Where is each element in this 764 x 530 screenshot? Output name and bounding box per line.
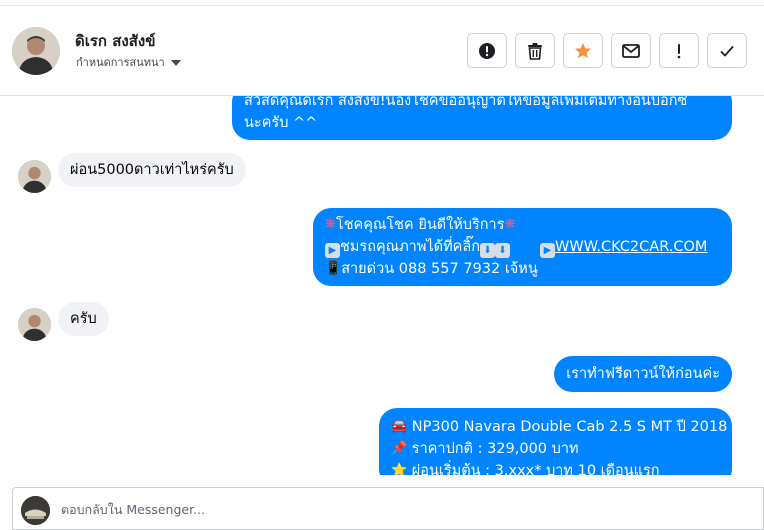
message-text: ผ่อนเริ่มต้น : 3,xxx* บาท 10 เดือนแรก xyxy=(411,463,660,475)
message-line: 🚘 NP300 Navara Double Cab 2.5 S MT ปี 20… xyxy=(391,416,727,438)
message-outgoing: ❋โชคคุณโชค ยินดีให้บริการ❋ ▶ ชมรถคุณภาพได… xyxy=(313,208,732,286)
message-line: 📱สายด่วน 088 557 7932 เจ้หนู xyxy=(325,258,720,280)
arrow-down-icon: ⬇ xyxy=(480,243,496,258)
star-emoji-icon: ⭐ xyxy=(391,463,408,475)
message-line: ❋โชคคุณโชค ยินดีให้บริการ❋ xyxy=(325,214,720,236)
message-text: ครับ xyxy=(70,311,97,327)
decor-icon: ❋ xyxy=(325,217,336,232)
website-link[interactable]: WWW.CKC2CAR.COM xyxy=(555,239,707,255)
mark-done-button[interactable] xyxy=(707,33,747,68)
message-text: ผ่อน5000ดาวเท่าไหร่ครับ xyxy=(70,162,234,178)
message-outgoing: เราทำฟรีดาวน์ให้ก่อนค่ะ xyxy=(554,356,732,392)
message-incoming: ผ่อน5000ดาวเท่าไหร่ครับ xyxy=(58,153,246,187)
message-text: เราทำฟรีดาวน์ให้ก่อนค่ะ xyxy=(566,366,720,382)
check-icon xyxy=(720,45,734,57)
star-icon xyxy=(575,42,591,58)
message-line: ▶ ชมรถคุณภาพได้ที่คลิ๊ก ⬇ ⬇ ▶ WWW.CKC2CAR.COM xyxy=(325,236,720,258)
reply-composer xyxy=(12,487,764,530)
message-text: ชมรถคุณภาพได้ที่คลิ๊ก xyxy=(340,239,481,255)
message-line: สวัสดีคุณดิเรก สงสังข์!น้องโชคขออนุญาตให… xyxy=(244,96,688,109)
phone-icon: 📱 xyxy=(325,261,342,276)
contact-name[interactable]: ดิเรก สงสังข์ xyxy=(75,29,155,53)
mark-spam-button[interactable] xyxy=(467,33,507,68)
message-text: NP300 Navara Double Cab 2.5 S MT ปี 2018 xyxy=(411,419,728,435)
star-button[interactable] xyxy=(563,33,603,68)
mark-unread-button[interactable] xyxy=(611,33,651,68)
message-incoming: ครับ xyxy=(58,302,109,336)
pin-icon: 📌 xyxy=(391,441,408,456)
message-line: นะครับ ^^ xyxy=(244,115,318,131)
trash-icon xyxy=(528,42,542,60)
contact-avatar-small xyxy=(18,160,51,193)
follow-up-button[interactable] xyxy=(659,33,699,68)
decor-icon: ❋ xyxy=(504,217,516,232)
page-avatar xyxy=(21,496,50,525)
caret-down-icon xyxy=(170,60,181,66)
contact-avatar[interactable] xyxy=(12,27,60,75)
assign-conversation-dropdown[interactable]: กำหนดการสนทนา xyxy=(76,53,181,71)
exclamation-circle-icon xyxy=(479,42,495,59)
message-text: โชคคุณโชค ยินดีให้บริการ xyxy=(335,217,505,233)
message-outgoing: 🚘 NP300 Navara Double Cab 2.5 S MT ปี 20… xyxy=(379,408,732,475)
message-text: สายด่วน 088 557 7932 เจ้หนู xyxy=(341,261,538,277)
envelope-icon xyxy=(622,43,640,58)
message-line: 📌 ราคาปกติ : 329,000 บาท xyxy=(391,438,720,460)
car-icon: 🚘 xyxy=(391,419,408,434)
arrow-down-icon: ⬇ xyxy=(495,243,511,258)
message-line: ⭐ ผ่อนเริ่มต้น : 3,xxx* บาท 10 เดือนแรก xyxy=(391,460,720,475)
exclamation-icon xyxy=(677,43,681,58)
header-actions xyxy=(467,33,747,68)
contact-avatar-small xyxy=(18,308,51,341)
play-icon: ▶ xyxy=(325,243,340,258)
conversation-header: ดิเรก สงสังข์ กำหนดการสนทนา xyxy=(0,6,764,96)
message-thread[interactable]: สวัสดีคุณดิเรก สงสังข์!น้องโชคขออนุญาตให… xyxy=(0,96,764,475)
message-text: ราคาปกติ : 329,000 บาท xyxy=(411,441,579,457)
delete-button[interactable] xyxy=(515,33,555,68)
assign-label: กำหนดการสนทนา xyxy=(76,56,165,69)
reply-input[interactable] xyxy=(61,498,741,520)
play-icon: ▶ xyxy=(540,243,556,258)
message-outgoing: สวัสดีคุณดิเรก สงสังข์!น้องโชคขออนุญาตให… xyxy=(232,96,732,140)
